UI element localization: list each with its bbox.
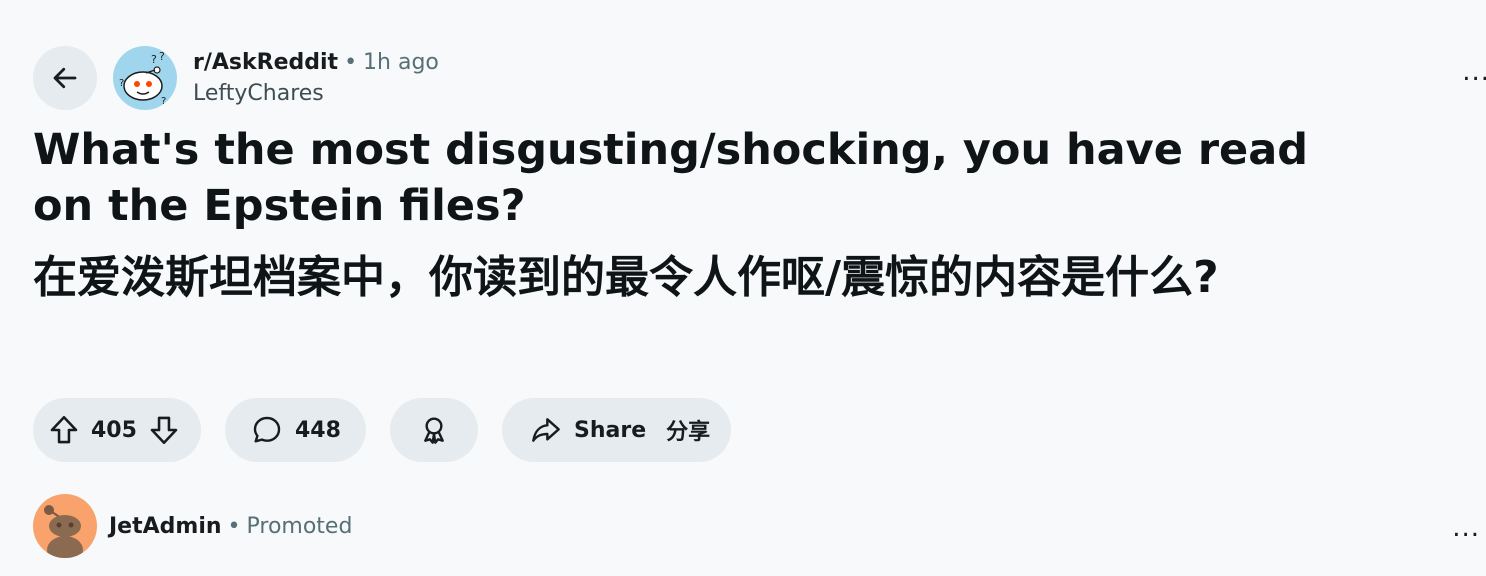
- award-icon: [424, 417, 444, 444]
- subreddit-avatar[interactable]: ? ? ? ?: [113, 46, 177, 110]
- arrow-left-icon: [53, 67, 77, 89]
- svg-text:?: ?: [161, 96, 166, 107]
- post-title-translation: 在爱泼斯坦档案中，你读到的最令人作呕/震惊的内容是什么?: [33, 252, 1219, 303]
- upvote-button[interactable]: [47, 413, 81, 447]
- post-timestamp: 1h ago: [363, 50, 439, 75]
- snoo-avatar-icon: [44, 505, 83, 558]
- post-meta: r/AskReddit • 1h ago LeftyChares: [193, 48, 439, 110]
- svg-text:?: ?: [159, 50, 165, 63]
- svg-text:?: ?: [119, 78, 124, 89]
- share-arrow-icon: [532, 418, 560, 442]
- meta-separator: •: [344, 50, 358, 75]
- comment-count: 448: [295, 417, 341, 443]
- author-link[interactable]: LeftyChares: [193, 78, 439, 110]
- post-title: What's the most disgusting/shocking, you…: [33, 125, 1308, 231]
- post-overflow-menu-button[interactable]: ...: [1462, 59, 1486, 85]
- subreddit-link[interactable]: r/AskReddit: [193, 50, 338, 75]
- promoted-avatar[interactable]: [33, 494, 97, 558]
- promoted-advertiser-link[interactable]: JetAdmin: [109, 514, 222, 539]
- comment-icon-wrap: [251, 414, 283, 446]
- award-button[interactable]: [390, 398, 478, 462]
- promoted-overflow-menu-button[interactable]: ...: [1452, 515, 1480, 541]
- promoted-separator: •: [227, 514, 241, 539]
- svg-text:?: ?: [151, 53, 157, 66]
- share-label: Share: [574, 417, 647, 443]
- promoted-meta: JetAdmin • Promoted: [109, 512, 352, 542]
- back-button[interactable]: [33, 46, 97, 110]
- downvote-button[interactable]: [147, 413, 181, 447]
- arrow-down-icon: [150, 416, 178, 445]
- vote-control: 405: [33, 398, 201, 462]
- comments-button[interactable]: 448: [225, 398, 366, 462]
- share-icon-wrap: [530, 414, 562, 446]
- post-detail-page: ? ? ? ? r/AskReddit • 1h ago LeftyChares .…: [0, 0, 1486, 576]
- promoted-label: Promoted: [246, 514, 353, 539]
- vote-count: 405: [91, 417, 137, 443]
- speech-bubble-icon: [253, 416, 281, 443]
- meta-line: r/AskReddit • 1h ago: [193, 48, 439, 78]
- share-button[interactable]: Share 分享: [502, 398, 731, 462]
- share-label-translation: 分享: [666, 420, 711, 445]
- arrow-up-icon: [50, 415, 78, 444]
- snoo-question-icon: ? ? ? ?: [119, 50, 166, 107]
